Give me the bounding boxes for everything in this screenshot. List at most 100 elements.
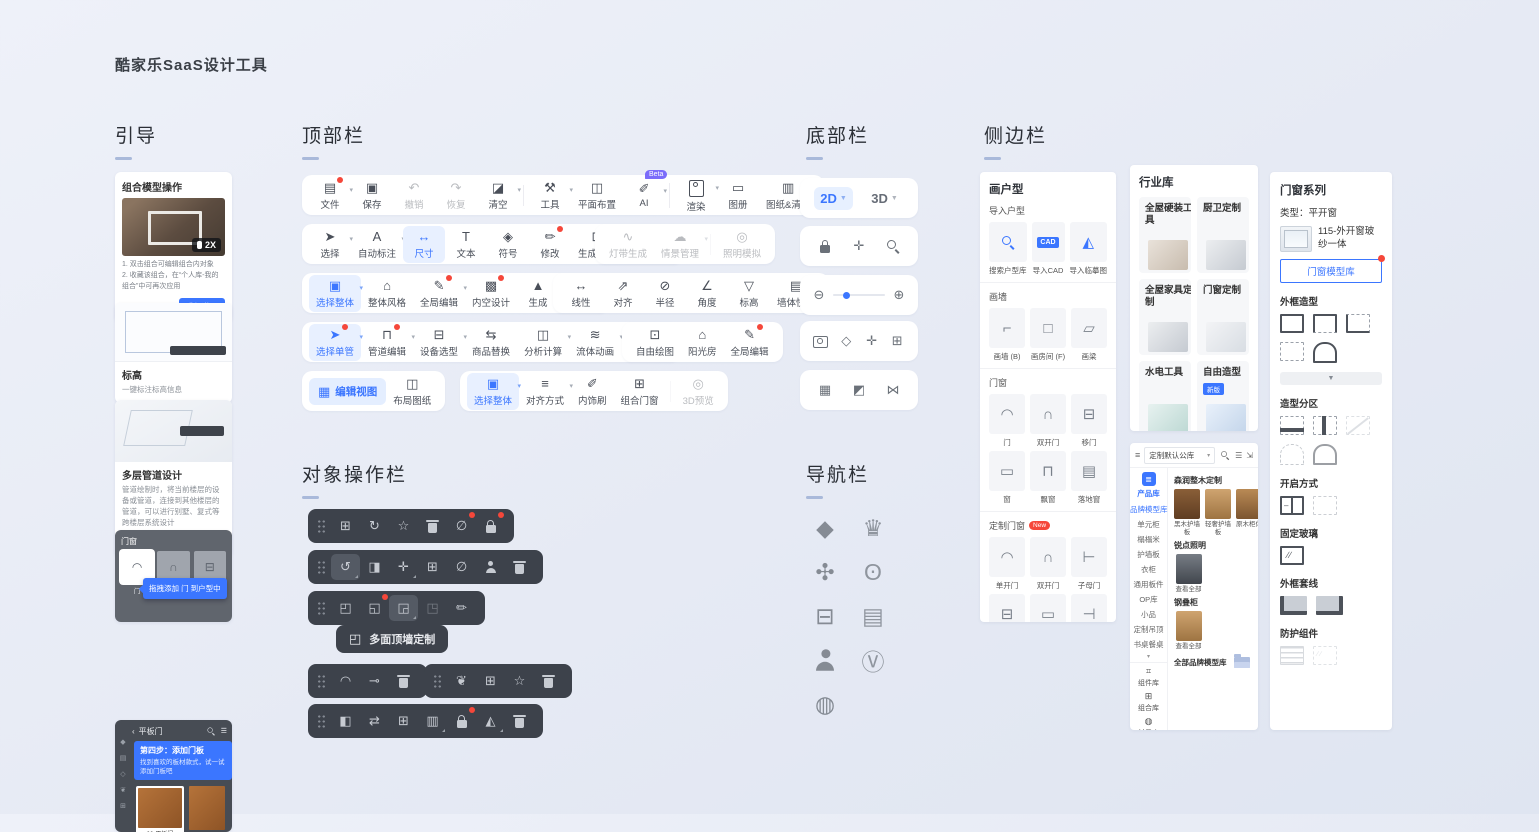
drag-handle[interactable] — [433, 674, 442, 689]
blinds-button[interactable]: ▥ — [418, 708, 447, 734]
product-replace-button[interactable]: ⇆ 商品替换 — [465, 324, 517, 361]
nav-model-library[interactable]: ◆ — [802, 512, 848, 544]
fixed-glass[interactable] — [1280, 546, 1304, 565]
undo-button[interactable]: ↶ 撤销 — [393, 177, 435, 214]
sunroom-button[interactable]: ⌂ 阳光房 — [681, 324, 724, 361]
nav-inspiration[interactable]: ʘ — [850, 556, 896, 588]
mirror-button[interactable]: ◭ — [476, 708, 505, 734]
delete-button[interactable] — [534, 668, 563, 694]
move-rotate-button[interactable]: ↺ — [331, 554, 360, 580]
orbit-mode-button[interactable]: ◇ — [835, 330, 857, 352]
snapshot-button[interactable]: ▦ — [814, 379, 836, 401]
nav-vip-crown[interactable]: ♛ — [850, 512, 896, 544]
zoom-out-button[interactable]: ⊖ — [808, 284, 830, 306]
select-button[interactable]: ➤ 选择 ▾ — [309, 226, 351, 263]
ai-button[interactable]: ✐ AI ▾ Beta — [623, 178, 665, 212]
hide-button[interactable]: ∅ — [447, 554, 476, 580]
chevron-down-icon[interactable]: ▾ — [1147, 653, 1150, 660]
rail-category[interactable]: 单元柜 — [1130, 517, 1167, 532]
copy-add-button[interactable]: ⊞ — [331, 513, 360, 539]
split-segment-button[interactable]: ⊸ — [360, 668, 389, 694]
align-mode-button[interactable]: ≡ 对齐方式 ▾ — [519, 373, 571, 410]
zoom-frame-button[interactable] — [882, 235, 904, 257]
nav-components[interactable]: ✣ — [802, 556, 848, 588]
menu-icon[interactable]: ☰ — [221, 727, 227, 735]
single-door-card[interactable]: ◠ 单开门 — [989, 537, 1025, 589]
clear-button[interactable]: ◪ 清空 ▾ — [477, 177, 519, 214]
product-thumb[interactable]: 轻奢护墙板 — [1205, 489, 1231, 537]
frame-rect-dash-bottom[interactable] — [1313, 314, 1337, 333]
arc-segment-button[interactable]: ◠ — [331, 668, 360, 694]
dimension-button[interactable]: ↔ 尺寸 — [403, 226, 445, 263]
camera-settings-button[interactable] — [810, 330, 832, 352]
frame-arch[interactable] — [1313, 342, 1337, 363]
batch-edit-button[interactable]: ◳ — [418, 595, 447, 621]
lighting-sim-button[interactable]: ◎ 照明模拟 — [716, 226, 768, 263]
scene-manage-button[interactable]: ☁ 情景管理 ▾ — [654, 226, 706, 263]
floorplan-layout-button[interactable]: ◫ 平面布置 — [571, 177, 623, 214]
global-edit-button[interactable]: ✎ 全局编辑 — [724, 324, 776, 361]
new-viewport-button[interactable]: ⊞ — [886, 330, 908, 352]
window-model-library-button[interactable]: 门窗模型库 — [1280, 259, 1382, 283]
elevation-dim-button[interactable]: ▽ 标高 — [728, 275, 770, 312]
interior-design-button[interactable]: ▩ 内空设计 — [465, 275, 517, 312]
current-window-product[interactable]: 115-外开窗玻纱一体 — [1280, 226, 1382, 252]
hard-deco-tool-card[interactable]: 全屋硬装工具 — [1139, 197, 1191, 273]
split-vertical[interactable] — [1313, 416, 1337, 435]
split-diagonal[interactable] — [1346, 416, 1370, 435]
custom-door-card-5[interactable]: ▭ — [1030, 594, 1066, 622]
combine-window-button[interactable]: ⊞ 组合门窗 — [614, 373, 666, 410]
sidebar-mini-icon[interactable]: ◇ — [120, 770, 125, 778]
zoom-slider-knob[interactable] — [843, 292, 850, 299]
rail-category[interactable]: OP库 — [1130, 592, 1167, 607]
whole-house-furniture-card[interactable]: 全屋家具定制 — [1139, 279, 1191, 355]
swap-button[interactable]: ⇄ — [360, 708, 389, 734]
fit-view-button[interactable]: ✛ — [861, 330, 883, 352]
door-panel-card-selected[interactable]: 00-平板门 — [136, 786, 184, 832]
door-panel-card[interactable]: 无拉手开门 — [189, 786, 225, 832]
delete-button[interactable] — [418, 513, 447, 539]
interior-brush-button[interactable]: ✐ 内饰刷 — [571, 373, 614, 410]
zoom-in-button[interactable]: ⊕ — [888, 284, 910, 306]
open-casement[interactable] — [1280, 496, 1304, 515]
select-whole-button[interactable]: ▣ 选择整体 ▾ — [309, 275, 361, 312]
linear-dim-button[interactable]: ↔ 线性 — [560, 275, 602, 312]
top-wall-edit-button[interactable]: ◲ — [389, 595, 418, 621]
view-3d-toggle[interactable]: 3D ▼ — [865, 187, 904, 210]
drag-handle[interactable] — [317, 674, 326, 689]
copy-add-button[interactable]: ⊞ — [418, 554, 447, 580]
radius-dim-button[interactable]: ⊘ 半径 — [644, 275, 686, 312]
album-button[interactable]: ▭ 图册 — [717, 177, 759, 214]
mother-son-door-card[interactable]: ⊢ 子母门 — [1071, 537, 1107, 589]
rail-category[interactable]: 榻榻米 — [1130, 532, 1167, 547]
drag-handle[interactable] — [317, 601, 326, 616]
rail-category[interactable]: 通用板件 — [1130, 577, 1167, 592]
copy-add-button[interactable]: ⊞ — [389, 708, 418, 734]
nav-profile[interactable] — [802, 644, 848, 676]
material-library[interactable]: ◍ 材质库 — [1138, 716, 1159, 730]
drag-handle[interactable] — [317, 560, 326, 575]
delete-button[interactable] — [505, 708, 534, 734]
sort-icon[interactable]: ☰ — [1235, 451, 1242, 460]
combination-library[interactable]: ⊞ 组合库 — [1138, 691, 1159, 713]
split-arch[interactable] — [1313, 444, 1337, 465]
custom-door-card-6[interactable]: ⊣ — [1071, 594, 1107, 622]
sidebar-mini-icon[interactable]: ◆ — [120, 738, 125, 746]
search-icon[interactable] — [1221, 451, 1229, 459]
delete-button[interactable] — [389, 668, 418, 694]
product-thumb[interactable]: 原木柜体 — [1236, 489, 1258, 537]
expand-more-button[interactable]: ▼ — [1280, 372, 1382, 385]
pipe-edit-button[interactable]: ⊓ 管道编辑 ▾ — [361, 324, 413, 361]
double-door-custom-card[interactable]: ∩ 双开门 — [1030, 537, 1066, 589]
overall-style-button[interactable]: ⌂ 整体风格 — [361, 275, 413, 312]
import-trace-card[interactable]: ◭ 导入临摹图 — [1070, 222, 1108, 274]
open-fixed[interactable] — [1313, 496, 1337, 515]
modify-button[interactable]: ✏ 修改 — [529, 226, 571, 263]
view-2d-toggle[interactable]: 2D ▼ — [814, 187, 853, 210]
save-button[interactable]: ▣ 保存 — [351, 177, 393, 214]
copy-add-button[interactable]: ⊞ — [476, 668, 505, 694]
render-button[interactable]: 渲染 ▾ — [675, 175, 717, 216]
door-card[interactable]: ◠ 门 — [989, 394, 1025, 446]
lock-button[interactable] — [476, 513, 505, 539]
swap-layout-button[interactable]: ◧ — [331, 708, 360, 734]
